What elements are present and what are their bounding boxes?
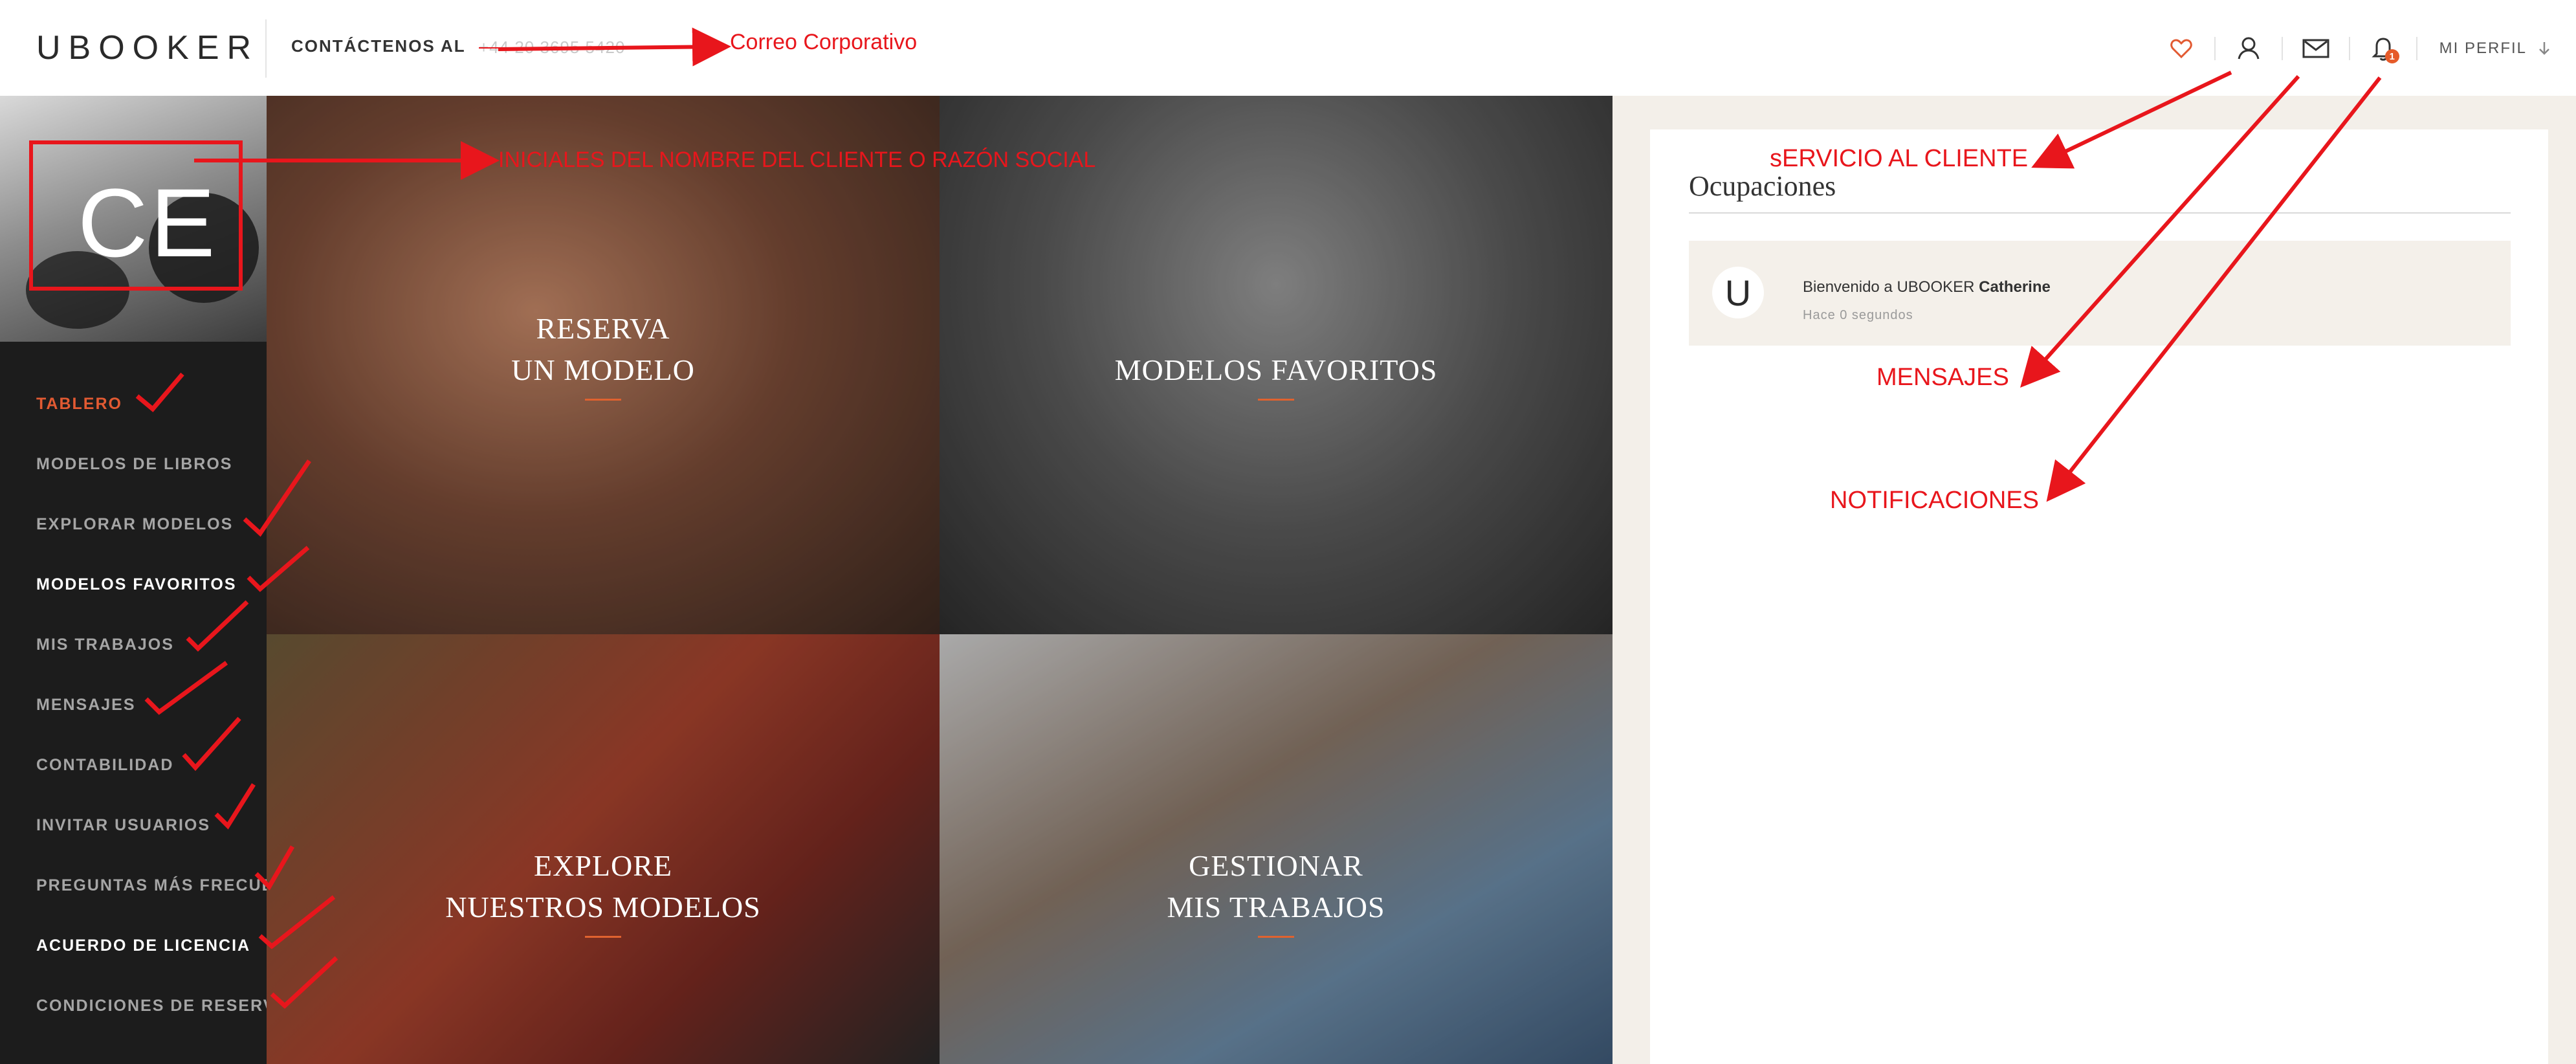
sidebar-item-mis-trabajos[interactable]: MIS TRABAJOS bbox=[0, 615, 267, 675]
user-icon bbox=[2238, 37, 2260, 60]
customer-service-button[interactable] bbox=[2226, 26, 2271, 71]
tile-title: MIS TRABAJOS bbox=[1167, 891, 1385, 924]
notifications-button[interactable]: 1 bbox=[2361, 26, 2406, 71]
tile-title: GESTIONAR bbox=[1189, 849, 1363, 882]
annotation-customer-service: sERVICIO AL CLIENTE bbox=[1770, 145, 2029, 172]
sidebar-item-mensajes[interactable]: MENSAJES bbox=[0, 675, 267, 735]
chevron-down-icon bbox=[2539, 42, 2549, 55]
contact-label: CONTÁCTENOS AL bbox=[291, 36, 466, 56]
occupations-card: Ocupaciones U Bienvenido a UBOOKER Cathe… bbox=[1650, 129, 2548, 1064]
annotation-notifications: NOTIFICACIONES bbox=[1830, 487, 2040, 514]
annotation-messages: MENSAJES bbox=[1877, 364, 2009, 391]
notification-badge: 1 bbox=[2384, 49, 2399, 63]
sidebar-nav: TABLERO MODELOS DE LIBROS EXPLORAR MODEL… bbox=[0, 374, 267, 1036]
top-bar: UBOOKER CONTÁCTENOS AL +44 20 3695 5420 bbox=[0, 0, 2576, 96]
heart-icon bbox=[2170, 39, 2192, 59]
sidebar-item-modelos-de-libros[interactable]: MODELOS DE LIBROS bbox=[0, 434, 267, 494]
divider bbox=[2281, 37, 2283, 60]
divider bbox=[1689, 212, 2511, 214]
divider bbox=[2214, 37, 2216, 60]
notification-user-name: Catherine bbox=[1979, 278, 2051, 296]
tile-underline bbox=[1258, 399, 1294, 401]
notification-item[interactable]: U Bienvenido a UBOOKER Catherine Hace 0 … bbox=[1689, 241, 2511, 346]
tile-modelos-favoritos[interactable]: MODELOS FAVORITOS bbox=[940, 96, 1613, 634]
divider bbox=[2348, 37, 2350, 60]
sidebar-item-tablero[interactable]: TABLERO bbox=[0, 374, 267, 434]
sidebar-item-preguntas-frecuentes[interactable]: PREGUNTAS MÁS FRECUENTES bbox=[0, 856, 267, 916]
client-initials: CE bbox=[78, 168, 218, 277]
sidebar-item-contabilidad[interactable]: CONTABILIDAD bbox=[0, 735, 267, 795]
divider bbox=[2416, 37, 2417, 60]
notification-message: Bienvenido a UBOOKER bbox=[1803, 278, 1975, 296]
messages-button[interactable] bbox=[2293, 26, 2339, 71]
divider bbox=[265, 19, 267, 78]
tile-title: UN MODELO bbox=[511, 353, 695, 386]
card-title: Ocupaciones bbox=[1689, 170, 1836, 202]
tile-underline bbox=[585, 399, 621, 401]
sidebar-item-explorar-modelos[interactable]: EXPLORAR MODELOS bbox=[0, 494, 267, 555]
notification-time: Hace 0 segundos bbox=[1803, 308, 1913, 322]
phone-number[interactable]: +44 20 3695 5420 bbox=[479, 38, 625, 58]
tile-title: NUESTROS MODELOS bbox=[445, 891, 761, 924]
logo[interactable]: UBOOKER bbox=[36, 28, 259, 67]
annotation-corporate-email: Correo Corporativo bbox=[730, 30, 918, 54]
mail-icon bbox=[2302, 39, 2329, 58]
avatar[interactable]: CE bbox=[0, 96, 267, 342]
profile-label: MI PERFIL bbox=[2439, 39, 2527, 57]
sidebar-item-condiciones-de-reserva[interactable]: CONDICIONES DE RESERVA bbox=[0, 976, 267, 1036]
tile-explore-modelos[interactable]: EXPLORE NUESTROS MODELOS bbox=[267, 634, 940, 1064]
notification-text: Bienvenido a UBOOKER Catherine bbox=[1803, 278, 2051, 296]
tile-title: RESERVA bbox=[536, 312, 670, 345]
sidebar-item-acuerdo-de-licencia[interactable]: ACUERDO DE LICENCIA bbox=[0, 916, 267, 976]
sidebar: CE TABLERO MODELOS DE LIBROS EXPLORAR MO… bbox=[0, 96, 267, 1064]
tile-reserva-modelo[interactable]: RESERVA UN MODELO bbox=[267, 96, 940, 634]
annotation-initials: INICIALES DEL NOMBRE DEL CLIENTE O RAZÓN… bbox=[498, 148, 1096, 172]
tile-title: EXPLORE bbox=[534, 849, 672, 882]
header-actions: 1 MI PERFIL bbox=[2159, 26, 2550, 71]
tile-underline bbox=[585, 936, 621, 938]
tile-underline bbox=[1258, 936, 1294, 938]
sidebar-item-invitar-usuarios[interactable]: INVITAR USUARIOS bbox=[0, 795, 267, 856]
tile-title: MODELOS FAVORITOS bbox=[1114, 353, 1438, 386]
sidebar-item-modelos-favoritos[interactable]: MODELOS FAVORITOS bbox=[0, 555, 267, 615]
tile-gestionar-trabajos[interactable]: GESTIONAR MIS TRABAJOS bbox=[940, 634, 1613, 1064]
profile-menu[interactable]: MI PERFIL bbox=[2439, 39, 2550, 58]
notification-avatar: U bbox=[1712, 267, 1764, 318]
favorites-button[interactable] bbox=[2159, 26, 2204, 71]
